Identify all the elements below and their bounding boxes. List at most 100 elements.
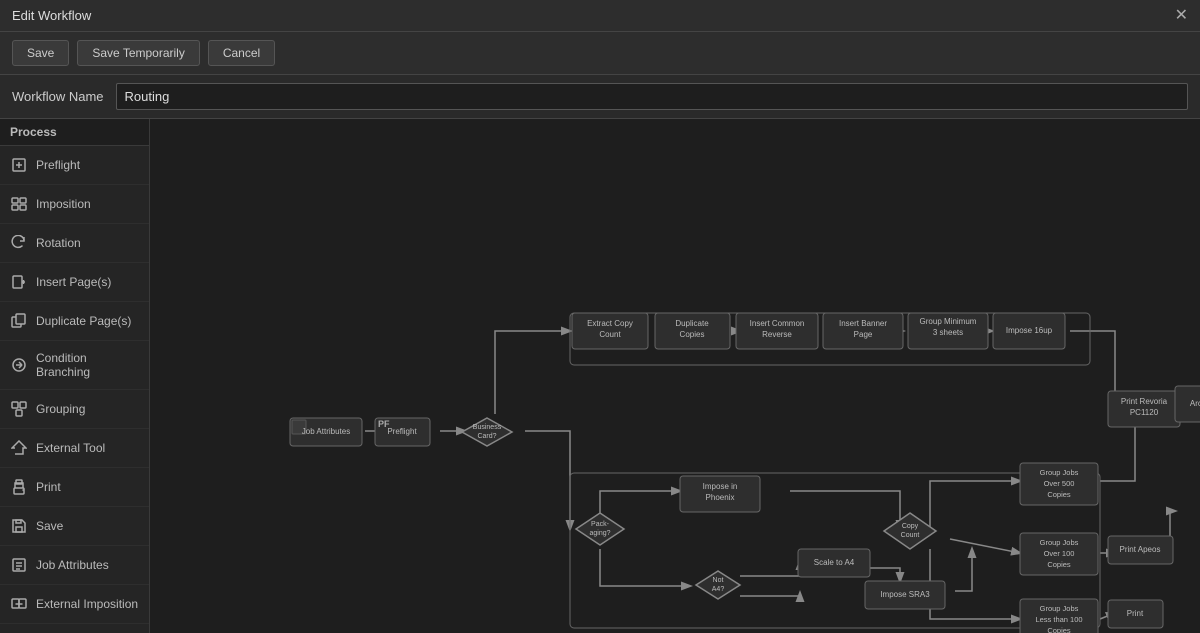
print-icon [10,478,28,496]
node-impose-phoenix[interactable]: Impose in Phoenix [680,476,760,512]
node-not-a4[interactable]: Not A4? [696,571,740,599]
svg-text:Card?: Card? [477,433,496,440]
workflow-name-input[interactable] [116,83,1188,110]
svg-text:Over 100: Over 100 [1044,549,1075,558]
toolbar: Save Save Temporarily Cancel [0,32,1200,75]
node-print-apeos[interactable]: Print Apeos [1108,536,1173,564]
svg-text:aging?: aging? [589,530,610,537]
svg-text:3 sheets: 3 sheets [933,328,963,337]
svg-text:Group Jobs: Group Jobs [1040,538,1079,547]
node-packaging[interactable]: Pack- aging? [576,513,624,545]
svg-text:Copies: Copies [680,330,705,339]
svg-text:Phoenix: Phoenix [706,493,735,502]
svg-text:Group Jobs: Group Jobs [1040,468,1079,477]
imposition-icon [10,195,28,213]
svg-text:PC1120: PC1120 [1130,408,1159,417]
svg-text:Job Attributes: Job Attributes [302,427,350,436]
title-bar-text: Edit Workflow [12,8,91,23]
node-group-less-100[interactable]: Group Jobs Less than 100 Copies [1020,599,1098,633]
rotation-icon [10,234,28,252]
svg-text:Pack-: Pack- [591,521,610,528]
node-business-card[interactable]: Business Card? [462,418,512,446]
workflow-name-label: Workflow Name [12,89,104,104]
node-job-attributes[interactable]: Job Attributes [290,418,362,446]
sidebar-item-job-attributes[interactable]: Job Attributes [0,546,149,585]
svg-text:Impose SRA3: Impose SRA3 [880,590,930,599]
svg-text:Extract Copy: Extract Copy [587,319,633,328]
sidebar-item-grouping[interactable]: Grouping [0,390,149,429]
sidebar-item-imposition[interactable]: Imposition [0,185,149,224]
node-copy-count[interactable]: Copy Count [884,513,936,549]
grouping-icon [10,400,28,418]
node-insert-common-reverse[interactable]: Insert Common Reverse [736,313,818,349]
sidebar-item-rotation[interactable]: Rotation [0,224,149,263]
sidebar-item-external-imposition[interactable]: External Imposition [0,585,149,624]
svg-text:Impose 16up: Impose 16up [1006,326,1053,335]
insert-pages-icon [10,273,28,291]
node-group-min-3-sheets[interactable]: Group Minimum 3 sheets [908,313,988,349]
node-scale-to-a4[interactable]: Scale to A4 [798,549,870,577]
node-print-revoria[interactable]: Print Revoria PC1120 [1108,391,1180,427]
external-tool-icon [10,439,28,457]
node-group-over-100[interactable]: Group Jobs Over 100 Copies [1020,533,1098,575]
svg-text:Not: Not [713,577,724,584]
sidebar-item-insert-pages[interactable]: Insert Page(s) [0,263,149,302]
svg-text:Print Revoria: Print Revoria [1121,397,1168,406]
node-print-final[interactable]: Print [1108,600,1163,628]
svg-text:Count: Count [599,330,621,339]
svg-text:Archiv: Archiv [1190,399,1200,408]
svg-text:Copies: Copies [1047,490,1071,499]
external-imposition-icon [10,595,28,613]
node-archiv[interactable]: Archiv [1175,386,1200,422]
node-preflight[interactable]: PF Preflight [375,418,430,446]
sidebar-label-duplicate-pages: Duplicate Page(s) [36,314,131,328]
node-impose-sra3[interactable]: Impose SRA3 [865,581,945,609]
sidebar-label-condition-branching: Condition Branching [36,351,139,379]
sidebar-item-duplicate-pages[interactable]: Duplicate Page(s) [0,302,149,341]
save-temporarily-button[interactable]: Save Temporarily [77,40,199,66]
node-insert-banner-page[interactable]: Insert Banner Page [823,313,903,349]
svg-text:Duplicate: Duplicate [675,319,709,328]
sidebar-label-insert-pages: Insert Page(s) [36,275,111,289]
job-attributes-icon [10,556,28,574]
sidebar-item-print[interactable]: Print [0,468,149,507]
sidebar-item-preflight[interactable]: Preflight [0,146,149,185]
save-icon [10,517,28,535]
sidebar-label-grouping: Grouping [36,402,85,416]
svg-text:Scale to A4: Scale to A4 [814,558,855,567]
sidebar-label-external-imposition: External Imposition [36,597,138,611]
svg-text:Copies: Copies [1047,560,1071,569]
condition-branching-icon [10,356,28,374]
cancel-button[interactable]: Cancel [208,40,275,66]
sidebar-label-external-tool: External Tool [36,441,105,455]
svg-text:Count: Count [901,532,920,539]
sidebar-label-job-attributes: Job Attributes [36,558,109,572]
svg-text:Insert Common: Insert Common [750,319,805,328]
preflight-icon [10,156,28,174]
sidebar-item-condition-branching[interactable]: Condition Branching [0,341,149,390]
sidebar-label-print: Print [36,480,61,494]
node-extract-copy-count[interactable]: Extract Copy Count [572,313,648,349]
sidebar-section-header: Process [0,119,149,146]
svg-text:Over 500: Over 500 [1044,479,1075,488]
sidebar-item-external-tool[interactable]: External Tool [0,429,149,468]
canvas-area[interactable]: Job Attributes PF Preflight Business Car… [150,119,1200,633]
sidebar-label-imposition: Imposition [36,197,91,211]
svg-text:A4?: A4? [712,586,725,593]
close-button[interactable]: ✕ [1175,8,1188,24]
title-bar: Edit Workflow ✕ [0,0,1200,32]
sidebar-item-save[interactable]: Save [0,507,149,546]
duplicate-pages-icon [10,312,28,330]
svg-text:Reverse: Reverse [762,330,792,339]
sidebar-label-save: Save [36,519,63,533]
save-button[interactable]: Save [12,40,69,66]
svg-text:Group Jobs: Group Jobs [1040,604,1079,613]
node-group-over-500[interactable]: Group Jobs Over 500 Copies [1020,463,1098,505]
svg-text:Impose in: Impose in [703,482,738,491]
node-duplicate-copies[interactable]: Duplicate Copies [655,313,730,349]
svg-text:Less than 100: Less than 100 [1035,615,1082,624]
svg-text:Copy: Copy [902,523,919,530]
node-impose-16up[interactable]: Impose 16up [993,313,1065,349]
sidebar: Process Preflight Imposition Rotation In… [0,119,150,633]
svg-text:Business: Business [473,424,502,431]
